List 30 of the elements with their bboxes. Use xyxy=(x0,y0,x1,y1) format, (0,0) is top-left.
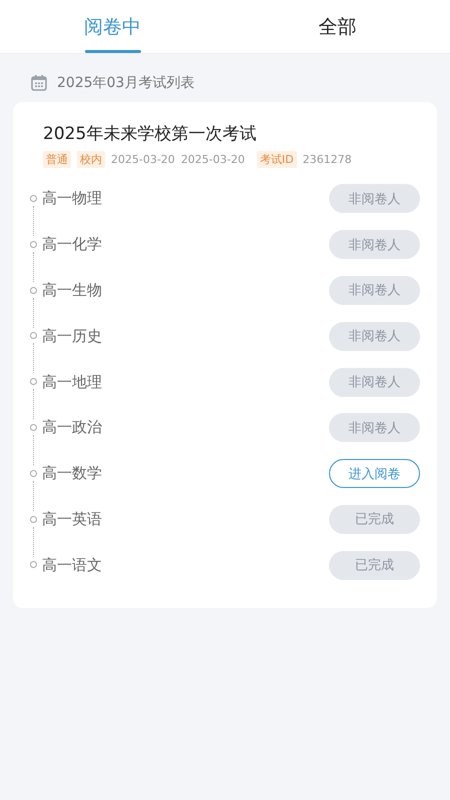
timeline-dot xyxy=(30,378,37,386)
subject-name: 高一政治 xyxy=(42,418,103,438)
month-header: 2025年03月考试列表 xyxy=(57,74,194,92)
subject-name: 高一数学 xyxy=(42,464,103,484)
timeline-dot xyxy=(30,424,37,431)
end-date: 2025-03-20 xyxy=(180,153,245,166)
timeline-dot xyxy=(30,240,37,248)
tab[interactable]: 全部 xyxy=(225,0,450,53)
timeline-dot xyxy=(30,516,37,523)
subject-name: 高一语文 xyxy=(42,556,103,575)
timeline-dot xyxy=(30,286,37,294)
exam-title: 2025年未来学校第一次考试 xyxy=(42,123,258,145)
subject-name: 高一英语 xyxy=(42,510,103,529)
timeline-dot xyxy=(30,332,37,340)
timeline-dot xyxy=(30,470,37,477)
subject-name: 高一地理 xyxy=(42,372,103,392)
tag: 校内 xyxy=(77,151,105,168)
subject-name: 高一历史 xyxy=(42,326,103,346)
tag: 考试ID xyxy=(256,151,297,168)
tag: 普通 xyxy=(43,151,71,168)
start-date: 2025-03-20 xyxy=(111,153,175,166)
enter-grading-button[interactable]: 进入阅卷 xyxy=(329,459,420,488)
timeline-dot xyxy=(30,195,37,202)
timeline-dot xyxy=(30,561,37,568)
subject-name: 高一化学 xyxy=(42,235,103,254)
calendar-icon xyxy=(30,74,48,92)
exam-id: 2361278 xyxy=(302,153,352,166)
tab[interactable]: 阅卷中 xyxy=(0,0,225,53)
subject-name: 高一生物 xyxy=(42,280,103,300)
subject-name: 高一物理 xyxy=(42,189,103,208)
